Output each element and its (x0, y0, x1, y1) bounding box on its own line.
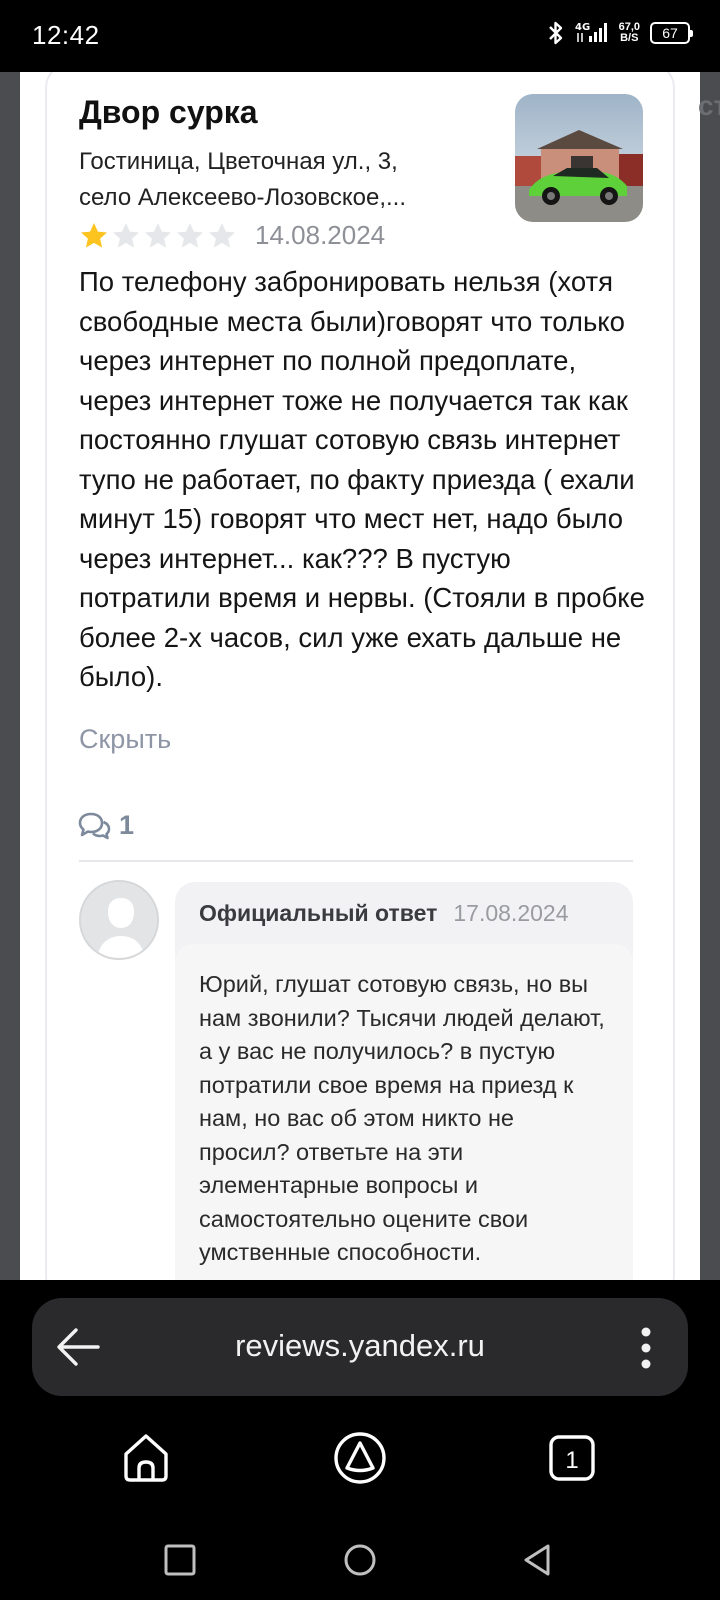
bluetooth-icon (547, 20, 565, 46)
review-text: По телефону забронировать нельзя (хотя с… (79, 266, 645, 692)
browser-address-bar[interactable]: reviews.yandex.ru (32, 1298, 688, 1396)
org-address-line-1: Гостиница, Цветочная ул., 3, (79, 148, 398, 175)
tabs-button[interactable]: 1 (542, 1428, 602, 1488)
hide-review-link[interactable]: Скрыть (79, 724, 171, 755)
status-time: 12:42 (32, 20, 100, 50)
star-empty-icon (209, 222, 235, 248)
star-empty-icon (113, 222, 139, 248)
org-photo-image (515, 94, 643, 222)
rating-stars (79, 221, 237, 251)
official-reply-header: Официальный ответ 17.08.2024 (199, 900, 569, 927)
official-reply-title: Официальный ответ (199, 900, 438, 926)
browser-toolbar: 1 (0, 1400, 720, 1520)
star-filled-icon (81, 222, 107, 248)
system-navigation-bar (0, 1520, 720, 1600)
org-address-line-2: село Алексеево-Лозовское,... (79, 184, 407, 211)
divider (79, 860, 633, 862)
review-date: 14.08.2024 (255, 220, 386, 250)
official-reply: Официальный ответ 17.08.2024 Юрий, глуша… (175, 882, 633, 1280)
org-address[interactable]: Гостиница, Цветочная ул., 3, село Алексе… (79, 144, 479, 216)
cellular-signal-icon: 4G (575, 20, 609, 46)
alice-assistant-icon[interactable] (330, 1428, 390, 1488)
comments-button[interactable]: 1 (77, 810, 134, 841)
tabs-icon: 1 (549, 1435, 595, 1481)
star-empty-icon (177, 222, 203, 248)
official-reply-text: Юрий, глушат сотовую связь, но вы нам зв… (175, 944, 633, 1280)
status-indicators: 4G 67,0 B/S 67 (547, 20, 693, 46)
svg-text:4G: 4G (575, 22, 590, 33)
rating-row: 14.08.2024 (79, 220, 385, 251)
comments-icon (78, 812, 111, 839)
network-speed-unit: B/S (620, 32, 639, 44)
org-name[interactable]: Двор сурка (79, 94, 258, 131)
status-bar: 12:42 4G 67,0 B/S 67 (0, 0, 720, 72)
page-viewport[interactable]: ст Двор сурка Гостиница, Цветочная ул., … (0, 72, 720, 1280)
more-menu-icon[interactable] (640, 1326, 652, 1370)
back-triangle-icon[interactable] (518, 1540, 558, 1580)
battery-icon: 67 (650, 22, 693, 44)
comments-count: 1 (119, 810, 135, 840)
home-icon[interactable] (116, 1428, 176, 1488)
star-empty-icon (145, 222, 171, 248)
user-placeholder-icon (81, 882, 157, 958)
next-card-peek: ст (698, 90, 720, 121)
url-text[interactable]: reviews.yandex.ru (32, 1328, 688, 1364)
reply-avatar[interactable] (79, 880, 159, 960)
network-speed: 67,0 B/S (619, 22, 640, 44)
home-circle-icon[interactable] (340, 1540, 380, 1580)
tabs-count: 1 (565, 1447, 578, 1474)
recent-apps-icon[interactable] (160, 1540, 200, 1580)
org-photo[interactable] (515, 94, 643, 222)
review-card: Двор сурка Гостиница, Цветочная ул., 3, … (45, 72, 675, 1280)
official-reply-date: 17.08.2024 (453, 900, 569, 926)
